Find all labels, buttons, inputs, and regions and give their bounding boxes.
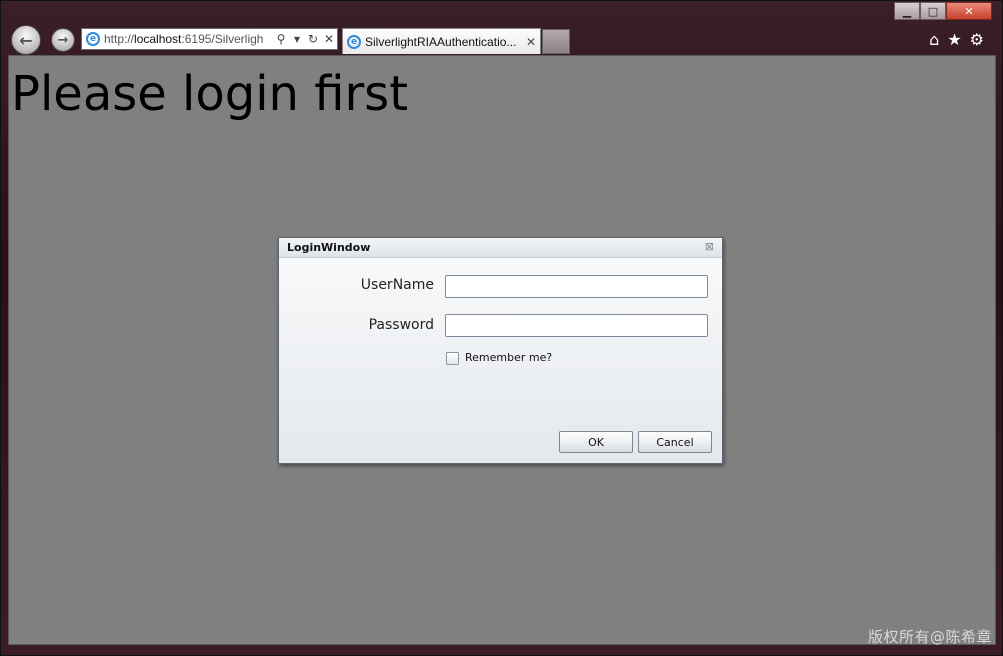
cancel-button[interactable]: Cancel — [638, 431, 712, 453]
close-window-button[interactable]: ✕ — [946, 2, 992, 20]
window-caption-buttons: ▁ □ ✕ — [894, 2, 992, 20]
login-window-titlebar[interactable]: LoginWindow ⊠ — [279, 238, 722, 258]
back-button[interactable]: ← — [11, 25, 41, 55]
username-label: UserName — [360, 277, 434, 293]
forward-button[interactable]: → — [51, 28, 75, 52]
close-icon[interactable]: ⊠ — [705, 240, 714, 253]
ie-icon: e — [86, 32, 100, 46]
remember-me-label[interactable]: Remember me? — [465, 351, 552, 364]
tab-active[interactable]: e SilverlightRIAAuthenticatio... ✕ — [342, 28, 541, 54]
remember-me-checkbox[interactable] — [446, 352, 459, 365]
address-url[interactable]: http://localhost:6195/Silverligh — [104, 32, 273, 46]
watermark: 版权所有@陈希章 — [867, 628, 992, 646]
maximize-button[interactable]: □ — [920, 2, 946, 20]
new-tab-button[interactable] — [542, 29, 570, 54]
refresh-icon[interactable]: ↻ — [305, 32, 321, 46]
stop-icon[interactable]: ✕ — [321, 32, 337, 46]
browser-window: ▁ □ ✕ ← → e http://localhost:6195/Silver… — [0, 0, 1003, 656]
search-icon[interactable]: ⚲ — [273, 32, 289, 46]
tab-title: SilverlightRIAAuthenticatio... — [365, 34, 517, 49]
address-bar[interactable]: e http://localhost:6195/Silverligh ⚲ ▾ ↻… — [81, 28, 338, 50]
browser-toolbar: ⌂ ★ ⚙ — [929, 30, 984, 49]
password-input[interactable] — [445, 314, 708, 337]
username-input[interactable] — [445, 275, 708, 298]
ok-button[interactable]: OK — [559, 431, 633, 453]
ie-icon: e — [347, 34, 361, 49]
page-heading: Please login first — [11, 66, 409, 122]
tab-close-icon[interactable]: ✕ — [522, 35, 540, 49]
home-icon[interactable]: ⌂ — [929, 30, 939, 49]
tools-icon[interactable]: ⚙ — [970, 30, 984, 49]
minimize-button[interactable]: ▁ — [894, 2, 920, 20]
favorites-icon[interactable]: ★ — [947, 30, 961, 49]
login-window-title: LoginWindow — [287, 241, 371, 254]
password-label: Password — [368, 317, 434, 333]
page-content: Please login first LoginWindow ⊠ UserNam… — [8, 55, 996, 645]
login-window: LoginWindow ⊠ UserName Password Remember… — [278, 237, 723, 464]
dropdown-icon[interactable]: ▾ — [289, 32, 305, 46]
